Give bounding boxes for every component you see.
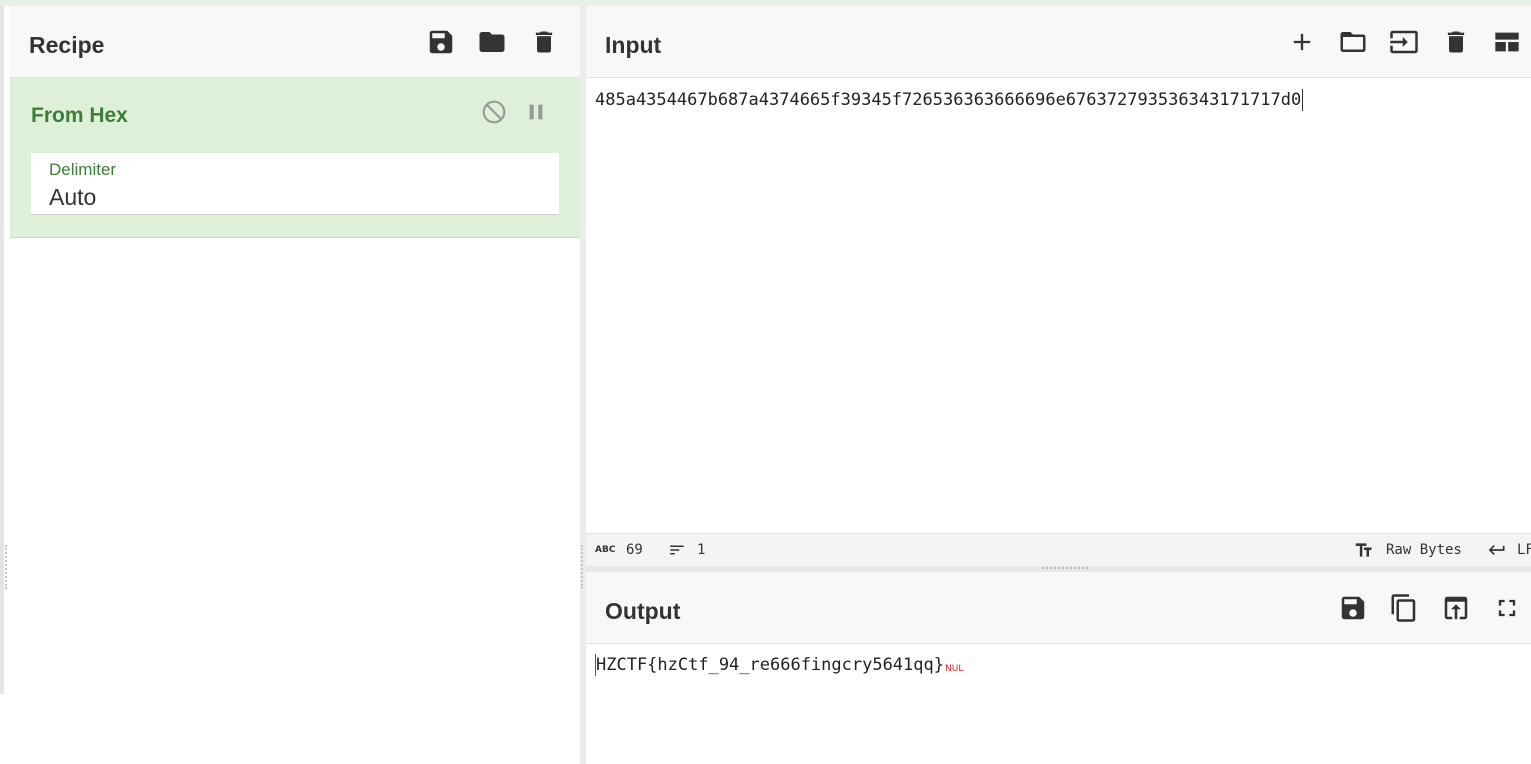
input-textarea[interactable]: 485a4354467b687a4374665f39345f7265363636…: [586, 78, 1531, 533]
trash-icon[interactable]: [1439, 25, 1473, 59]
output-text: HZCTF{hzCtf_94_re666fingcry5641qq}: [596, 655, 944, 675]
eol-label[interactable]: LF: [1517, 542, 1531, 558]
trash-icon[interactable]: [527, 25, 561, 59]
delimiter-field[interactable]: Delimiter Auto: [31, 153, 559, 215]
delimiter-value[interactable]: Auto: [49, 184, 96, 211]
delimiter-label: Delimiter: [49, 160, 117, 179]
text-caret: [1302, 89, 1304, 111]
input-length: 69: [626, 542, 643, 558]
save-icon[interactable]: [424, 25, 458, 59]
disable-icon[interactable]: [477, 95, 511, 129]
input-title: Input: [605, 32, 662, 58]
abc-icon: ABC: [595, 545, 616, 555]
resize-handle[interactable]: [5, 545, 10, 589]
output-title: Output: [605, 598, 681, 624]
lines-icon: [667, 541, 687, 563]
output-header: Output: [586, 572, 1531, 644]
input-text: 485a4354467b687a4374665f39345f7265363636…: [595, 90, 1302, 110]
encoding-label[interactable]: Raw Bytes: [1386, 542, 1462, 558]
import-icon[interactable]: [1387, 25, 1421, 59]
left-edge: [0, 6, 4, 694]
input-header: Input: [586, 6, 1531, 78]
layout-icon[interactable]: [1490, 25, 1524, 59]
input-lines: 1: [697, 542, 706, 558]
folder-icon[interactable]: [475, 25, 509, 59]
plus-icon[interactable]: [1285, 25, 1319, 59]
operation-title: From Hex: [31, 104, 128, 127]
replace-input-icon[interactable]: [1439, 591, 1473, 625]
pause-icon[interactable]: [519, 95, 553, 129]
text-encoding-icon[interactable]: [1353, 540, 1375, 564]
recipe-title: Recipe: [29, 32, 105, 58]
output-textarea[interactable]: HZCTF{hzCtf_94_re666fingcry5641qq}NUL: [586, 644, 1531, 764]
input-status-bar: ABC 69 1 Raw Bytes LF: [586, 533, 1531, 566]
eol-icon[interactable]: [1486, 540, 1508, 564]
recipe-header: Recipe: [10, 6, 580, 78]
copy-icon[interactable]: [1387, 591, 1421, 625]
nul-marker: NUL: [945, 664, 964, 674]
folder-open-icon[interactable]: [1336, 25, 1370, 59]
maximise-icon[interactable]: [1490, 591, 1524, 625]
operation-from-hex[interactable]: From Hex Delimiter Auto: [10, 78, 580, 238]
save-icon[interactable]: [1336, 591, 1370, 625]
